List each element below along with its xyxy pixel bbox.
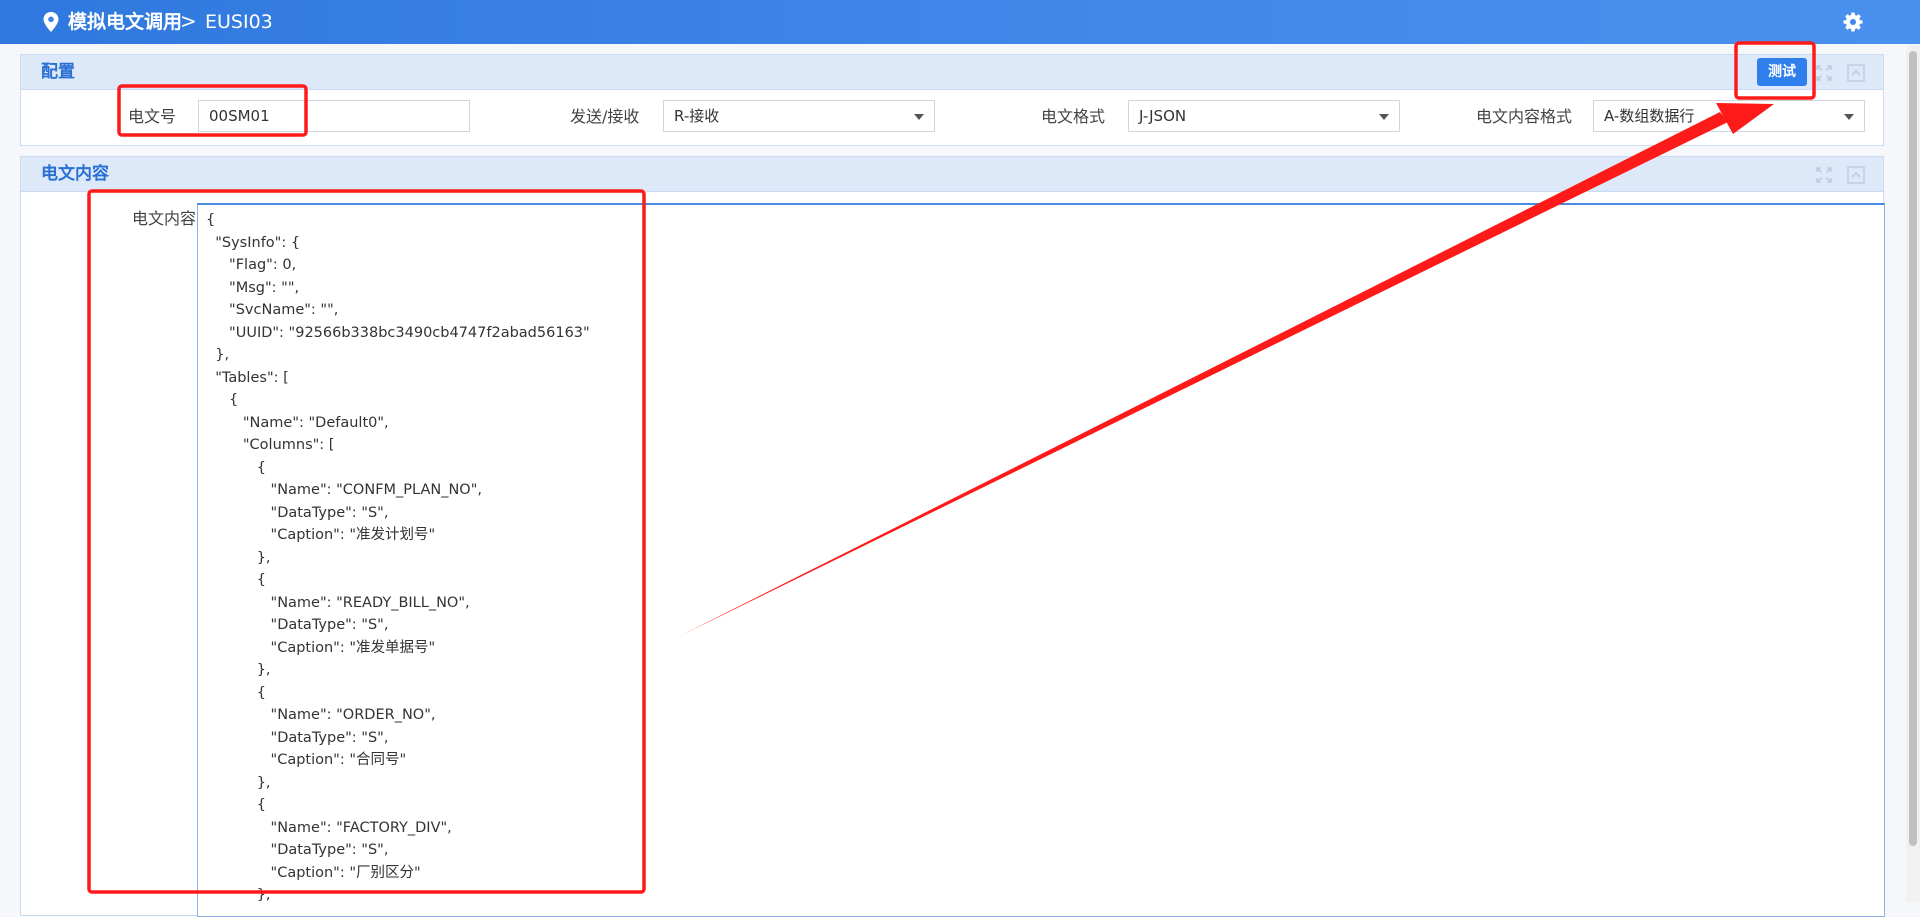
format-select[interactable]: J-JSON — [1128, 100, 1400, 132]
format-label: 电文格式 — [1041, 107, 1106, 126]
direction-value: R-接收 — [674, 107, 720, 125]
config-panel: 配置 测试 电文号 发送/接收 R-接收 电文格式 J-JSON 电文内容格式 … — [20, 54, 1884, 146]
format-value: J-JSON — [1139, 107, 1187, 125]
page-scrollbar[interactable] — [1906, 45, 1920, 902]
config-panel-title: 配置 — [41, 62, 75, 82]
fullscreen-icon[interactable] — [1815, 64, 1833, 82]
breadcrumb-current: EUSI03 — [205, 11, 273, 33]
top-header: 模拟电文调用 > EUSI03 — [0, 0, 1920, 44]
breadcrumb-separator-icon: > — [180, 9, 197, 33]
gear-icon[interactable] — [1843, 12, 1863, 32]
content-panel-header: 电文内容 — [21, 157, 1883, 192]
chevron-down-icon — [1379, 114, 1389, 120]
message-no-label: 电文号 — [128, 107, 177, 126]
config-panel-header: 配置 测试 — [21, 55, 1883, 90]
collapse-up-icon[interactable] — [1847, 64, 1865, 82]
content-format-value: A-数组数据行 — [1604, 107, 1695, 125]
content-panel: 电文内容 电文内容 { "SysInfo": { "Flag": 0, "Msg… — [20, 156, 1885, 917]
content-panel-title: 电文内容 — [41, 164, 109, 184]
breadcrumb-module[interactable]: 模拟电文调用 — [68, 11, 182, 33]
direction-select[interactable]: R-接收 — [663, 100, 935, 132]
chevron-down-icon — [1844, 114, 1854, 120]
collapse-up-icon[interactable] — [1847, 166, 1865, 184]
content-format-select[interactable]: A-数组数据行 — [1593, 100, 1865, 132]
content-textarea[interactable]: { "SysInfo": { "Flag": 0, "Msg": "", "Sv… — [197, 203, 1885, 917]
test-button[interactable]: 测试 — [1757, 58, 1807, 86]
fullscreen-icon[interactable] — [1815, 166, 1833, 184]
content-format-label: 电文内容格式 — [1476, 107, 1573, 126]
scrollbar-thumb[interactable] — [1909, 51, 1917, 846]
content-body: { "SysInfo": { "Flag": 0, "Msg": "", "Sv… — [206, 212, 590, 903]
chevron-down-icon — [914, 114, 924, 120]
direction-label: 发送/接收 — [570, 107, 640, 126]
message-no-field[interactable] — [198, 100, 470, 132]
map-pin-icon — [43, 12, 59, 32]
content-field-label: 电文内容 — [132, 209, 197, 228]
